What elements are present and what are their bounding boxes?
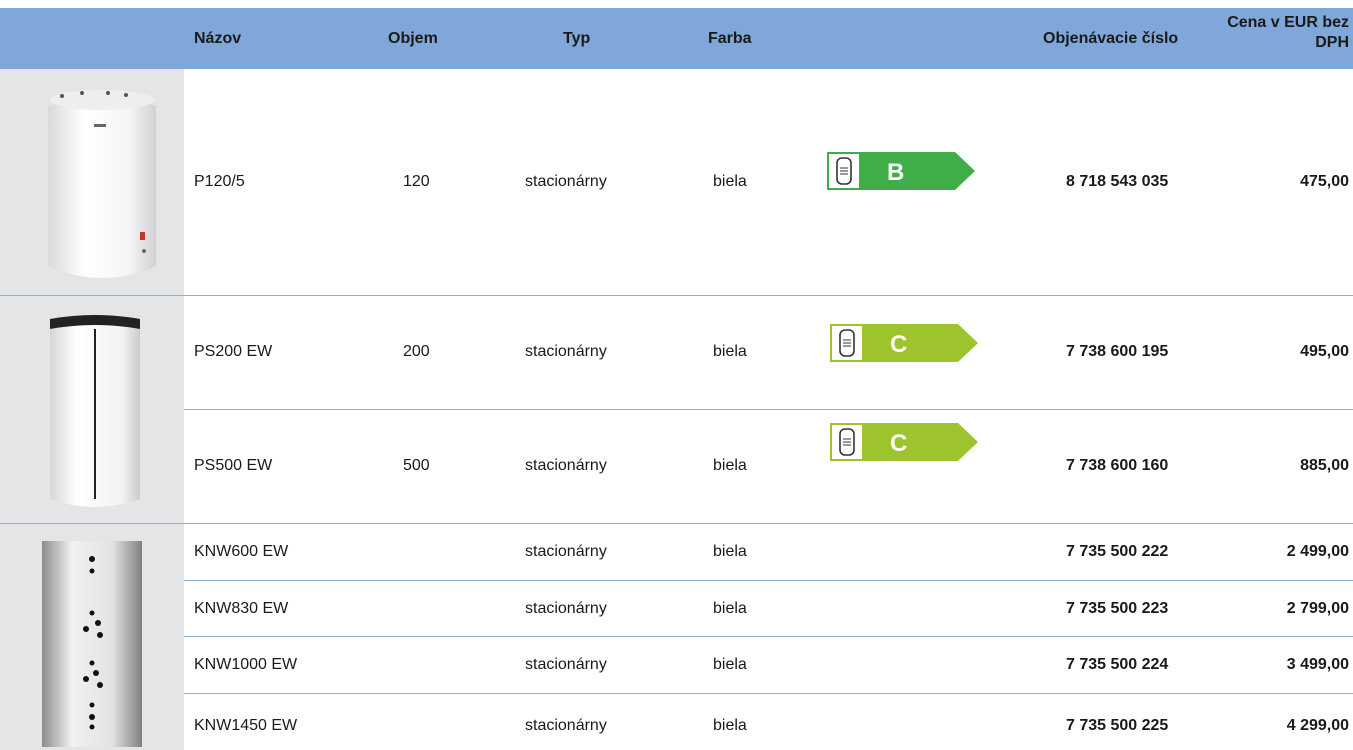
order-number: 7 735 500 223 — [1066, 600, 1169, 617]
product-color: biela — [713, 717, 747, 734]
order-number: 7 735 500 224 — [1066, 656, 1169, 673]
product-type: stacionárny — [525, 457, 607, 474]
product-name: KNW830 EW — [194, 600, 289, 617]
product-type: stacionárny — [525, 343, 607, 360]
tank-knw-image — [42, 541, 142, 747]
header-type: Typ — [563, 30, 591, 47]
product-image-cell — [0, 69, 184, 295]
price: 475,00 — [1300, 173, 1349, 190]
price: 495,00 — [1300, 343, 1349, 360]
price: 3 499,00 — [1286, 656, 1349, 673]
product-color: biela — [713, 457, 747, 474]
product-name: PS500 EW — [194, 457, 273, 474]
row-separator — [184, 409, 1353, 410]
row-separator — [184, 693, 1353, 694]
product-name: KNW1000 EW — [194, 656, 298, 673]
product-color: biela — [713, 173, 747, 190]
order-number: 7 738 600 160 — [1066, 457, 1169, 474]
product-image-cell — [0, 524, 184, 750]
order-number: 7 738 600 195 — [1066, 343, 1169, 360]
product-volume: 500 — [403, 457, 430, 474]
row-separator — [0, 523, 1353, 524]
energy-class-label: B — [827, 152, 977, 190]
product-type: stacionárny — [525, 717, 607, 734]
product-name: KNW600 EW — [194, 543, 289, 560]
order-number: 7 735 500 222 — [1066, 543, 1169, 560]
order-number: 7 735 500 225 — [1066, 717, 1169, 734]
row-separator — [184, 580, 1353, 581]
product-type: stacionárny — [525, 543, 607, 560]
price: 4 299,00 — [1286, 717, 1349, 734]
product-type: stacionárny — [525, 600, 607, 617]
product-color: biela — [713, 600, 747, 617]
order-number: 8 718 543 035 — [1066, 173, 1169, 190]
price: 2 799,00 — [1286, 600, 1349, 617]
tank-p120-image — [48, 90, 156, 278]
table-header: Názov Objem Typ Farba Objenávacie číslo … — [0, 8, 1353, 69]
product-volume: 120 — [403, 173, 430, 190]
header-color: Farba — [708, 30, 752, 47]
row-separator — [0, 295, 1353, 296]
header-price-line2: DPH — [1315, 34, 1349, 51]
header-order-number: Objenávacie číslo — [1043, 30, 1179, 47]
header-volume: Objem — [388, 30, 438, 47]
product-color: biela — [713, 656, 747, 673]
price: 885,00 — [1300, 457, 1349, 474]
energy-class-letter: C — [890, 331, 907, 358]
energy-class-label: C — [830, 423, 980, 461]
product-type: stacionárny — [525, 173, 607, 190]
header-name: Názov — [194, 30, 242, 47]
energy-class-letter: C — [890, 430, 907, 457]
product-volume: 200 — [403, 343, 430, 360]
product-image-cell — [0, 296, 184, 523]
product-color: biela — [713, 543, 747, 560]
product-type: stacionárny — [525, 656, 607, 673]
product-name: KNW1450 EW — [194, 717, 298, 734]
row-separator — [184, 636, 1353, 637]
product-color: biela — [713, 343, 747, 360]
product-name: PS200 EW — [194, 343, 273, 360]
header-price-line1: Cena v EUR bez — [1227, 14, 1349, 31]
tank-ps-image — [50, 315, 140, 507]
energy-class-label: C — [830, 324, 980, 362]
energy-class-letter: B — [887, 159, 904, 186]
product-name: P120/5 — [194, 173, 245, 190]
price: 2 499,00 — [1286, 543, 1349, 560]
